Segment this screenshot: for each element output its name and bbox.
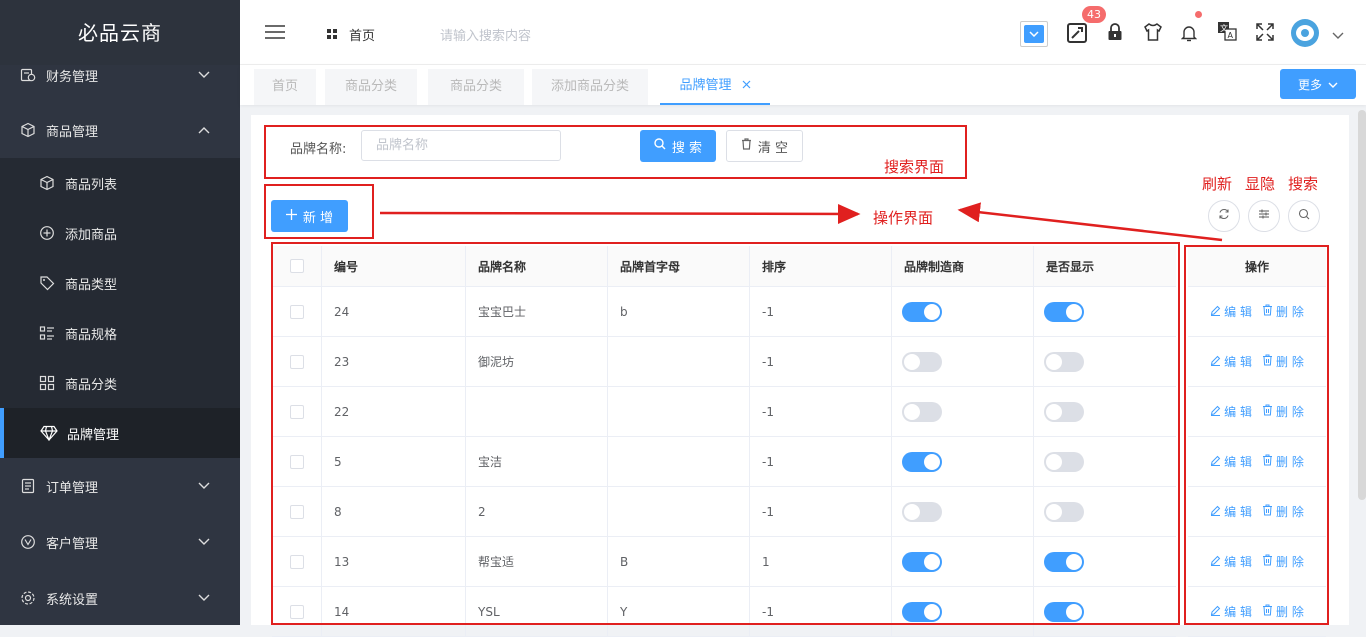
annotation-arrows — [379, 202, 1223, 242]
arrow-to-operation-label — [379, 203, 861, 224]
arrow-from-ops-column — [957, 202, 1223, 242]
